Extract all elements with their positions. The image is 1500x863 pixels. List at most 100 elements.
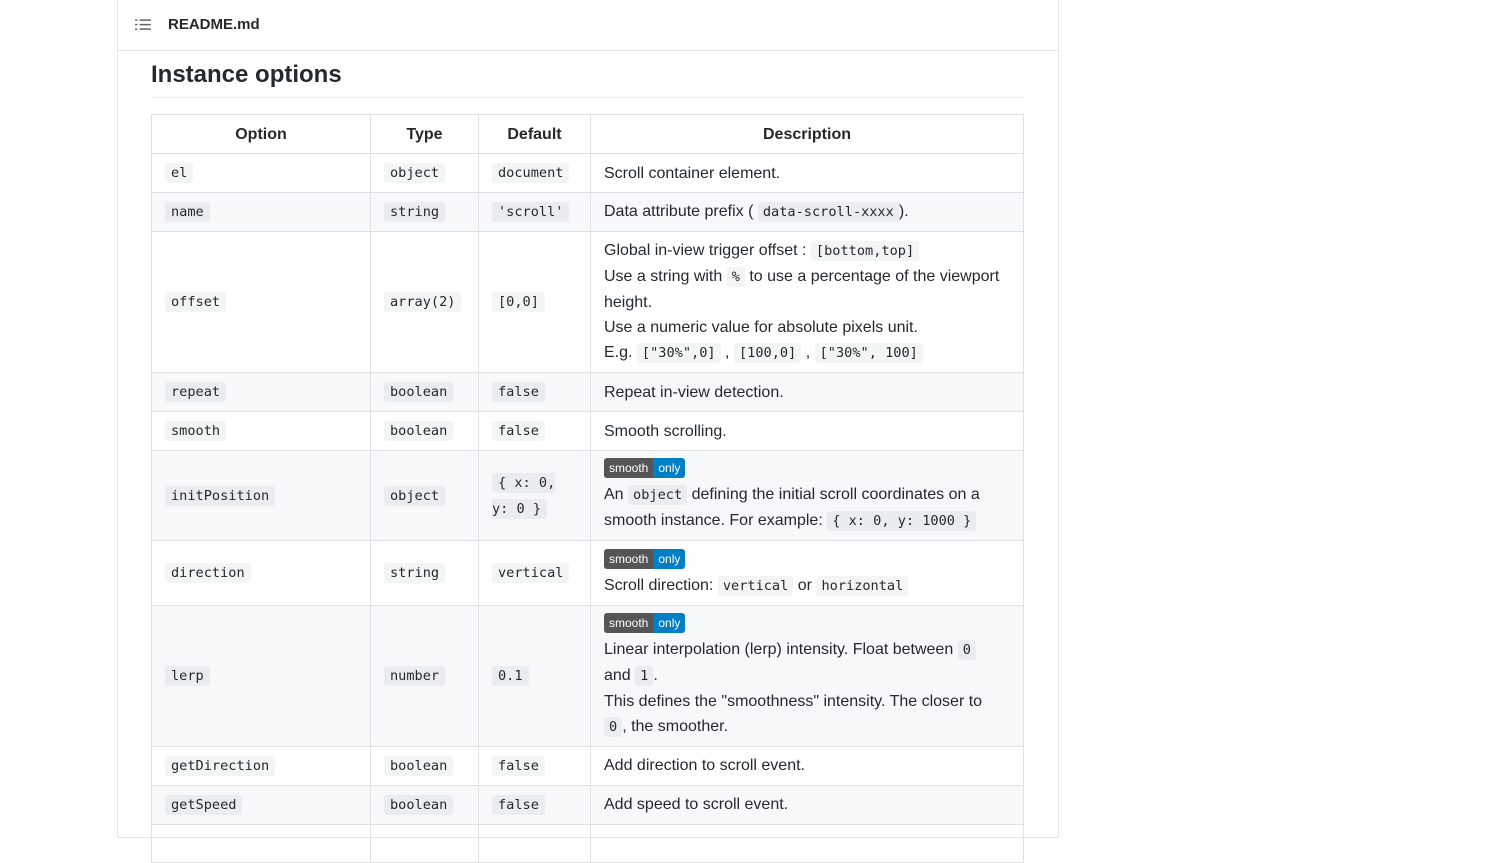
description-text: Repeat in-view detection.	[604, 383, 784, 401]
option-type: string	[384, 202, 446, 222]
description-cell: smooth only Linear interpolation (lerp) i…	[590, 604, 1024, 747]
default-cell: false	[478, 745, 591, 786]
table-row: lerp number 0.1 smooth only Linear interp…	[151, 604, 1024, 747]
option-cell	[151, 823, 371, 863]
option-default: 'scroll'	[492, 202, 570, 222]
description-cell: Smooth scrolling.	[590, 411, 1024, 451]
option-type: boolean	[384, 382, 454, 402]
type-cell: string	[370, 540, 479, 606]
description-cell: smooth only Scroll direction: vertical or…	[590, 540, 1024, 606]
smooth-only-badge: smooth only	[604, 548, 686, 569]
type-cell: boolean	[370, 411, 479, 451]
smooth-only-badge: smooth only	[604, 458, 686, 479]
description-text: Use a numeric value for absolute pixels …	[604, 319, 918, 336]
description-text: This defines the "smoothness" intensity.…	[604, 692, 983, 710]
description-code: %	[726, 267, 745, 287]
description-text: and	[604, 666, 631, 684]
readme-filename[interactable]: README.md	[168, 16, 260, 33]
option-default: false	[492, 755, 545, 776]
type-cell	[370, 823, 479, 863]
description-code: object	[628, 485, 688, 506]
option-cell: offset	[151, 231, 371, 373]
description-cell	[590, 823, 1024, 863]
option-cell: initPosition	[151, 449, 371, 542]
description-text: Scroll direction:	[604, 576, 714, 594]
type-cell: boolean	[370, 372, 479, 412]
description-text: Linear interpolation (lerp) intensity. F…	[604, 640, 954, 658]
description-text: , the smoother.	[622, 717, 729, 735]
list-unordered-icon[interactable]	[134, 16, 152, 34]
header-type: Type	[370, 114, 479, 154]
readme-content: Instance options Option Type Default Des…	[151, 51, 1024, 863]
default-cell: { x: 0, y: 0 }	[478, 449, 591, 542]
table-row: smooth boolean false Smooth scrolling.	[151, 411, 1024, 451]
option-cell: smooth	[151, 411, 371, 451]
header-default: Default	[478, 114, 591, 154]
option-default: vertical	[492, 562, 570, 583]
option-name: offset	[165, 292, 227, 312]
option-name: smooth	[165, 421, 227, 441]
description-text: Global in-view trigger offset :	[604, 242, 807, 259]
default-cell: false	[478, 411, 591, 451]
description-cell: Repeat in-view detection.	[590, 372, 1024, 412]
option-cell: repeat	[151, 372, 371, 412]
description-code: ["30%", 100]	[814, 343, 923, 363]
description-cell: Add direction to scroll event.	[590, 745, 1024, 786]
default-cell: 'scroll'	[478, 192, 591, 232]
description-code: 0	[604, 716, 623, 737]
type-cell: array(2)	[370, 231, 479, 373]
option-name: name	[165, 202, 210, 222]
option-type: number	[384, 665, 446, 686]
default-cell: vertical	[478, 540, 591, 606]
description-text: Use a string with	[604, 268, 723, 285]
default-cell: [0,0]	[478, 231, 591, 373]
description-cell: Add speed to scroll event.	[590, 784, 1024, 825]
option-cell: el	[151, 153, 371, 193]
table-row: name string 'scroll' Data attribute pref…	[151, 192, 1024, 232]
option-default: document	[492, 163, 570, 183]
description-cell: Data attribute prefix ( data-scroll-xxxx…	[590, 192, 1024, 232]
option-type: boolean	[384, 421, 454, 441]
option-cell: name	[151, 192, 371, 232]
description-code: [100,0]	[733, 343, 802, 363]
description-text: or	[797, 576, 812, 594]
option-name: direction	[165, 562, 251, 583]
option-cell: getDirection	[151, 745, 371, 786]
header-description: Description	[590, 114, 1024, 154]
default-cell	[478, 823, 591, 863]
badge-label: smooth	[604, 548, 654, 569]
description-text: Scroll container element.	[604, 164, 781, 182]
description-code: { x: 0, y: 1000 }	[827, 511, 977, 532]
type-cell: string	[370, 192, 479, 232]
description-text: Data attribute prefix (	[604, 203, 754, 220]
description-code: [bottom,top]	[810, 241, 920, 261]
option-name: repeat	[165, 382, 227, 402]
option-name: getDirection	[165, 755, 276, 776]
table-row: offset array(2) [0,0] Global in-view tri…	[151, 231, 1024, 373]
type-cell: boolean	[370, 745, 479, 786]
readme-header: README.md	[118, 0, 1058, 51]
option-name: getSpeed	[165, 794, 243, 815]
badge-value: only	[653, 612, 686, 633]
table-header-row: Option Type Default Description	[151, 114, 1024, 154]
table-row: repeat boolean false Repeat in-view dete…	[151, 372, 1024, 412]
table-row: getSpeed boolean false Add speed to scro…	[151, 784, 1024, 825]
badge-label: smooth	[604, 458, 654, 479]
description-text: ,	[725, 344, 730, 361]
option-cell: getSpeed	[151, 784, 371, 825]
default-cell: false	[478, 784, 591, 825]
option-name: initPosition	[165, 485, 276, 506]
table-row	[151, 823, 1024, 863]
option-default: { x: 0, y: 0 }	[492, 472, 556, 519]
description-code: 1	[635, 665, 654, 686]
type-cell: boolean	[370, 784, 479, 825]
default-cell: false	[478, 372, 591, 412]
option-name: el	[165, 163, 194, 183]
type-cell: object	[370, 153, 479, 193]
option-default: false	[492, 382, 545, 402]
description-code: 0	[957, 639, 976, 660]
description-text: .	[653, 666, 658, 684]
badge-value: only	[653, 458, 686, 479]
badge-label: smooth	[604, 612, 654, 633]
option-type: object	[384, 485, 446, 506]
